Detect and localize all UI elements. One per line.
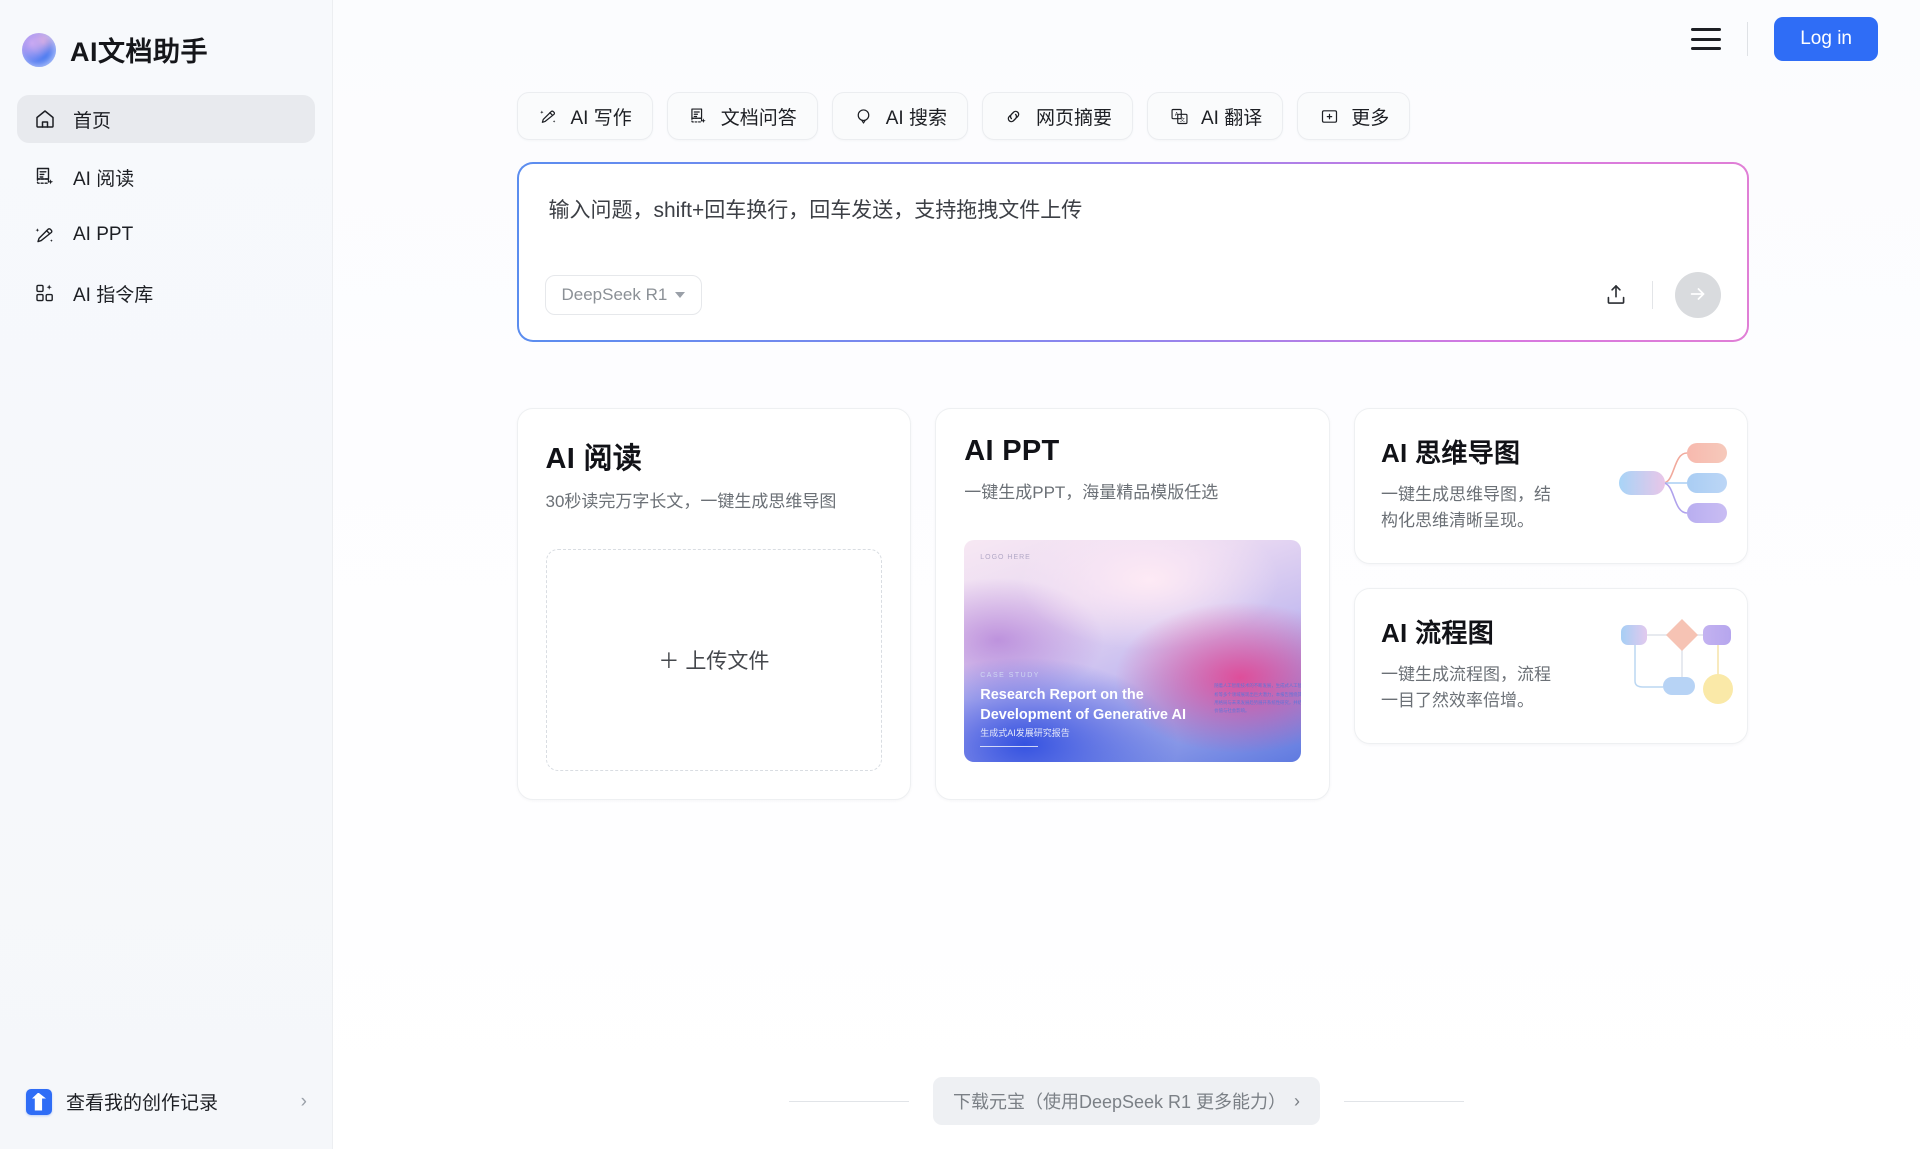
tool-chip-ai-search[interactable]: AI 搜索 (831, 92, 968, 140)
feature-cards: AI 阅读 30秒读完万字长文，一键生成思维导图 ＋ 上传文件 AI PPT 一… (516, 408, 1749, 801)
download-yuanbao-button[interactable]: 下载元宝（使用DeepSeek R1 更多能力） › (932, 1077, 1321, 1125)
card-ai-read[interactable]: AI 阅读 30秒读完万字长文，一键生成思维导图 ＋ 上传文件 (516, 408, 912, 801)
chevron-right-icon: › (300, 1090, 307, 1112)
sidebar-footer-link[interactable]: 查看我的创作记录 › (0, 1088, 333, 1149)
chevron-right-icon: › (1294, 1090, 1301, 1111)
tool-chip-label: AI 写作 (570, 107, 632, 129)
document-sparkle-icon (33, 165, 57, 189)
ppt-body-text: 随着人工智能技术的不断发展，生成式人工智能在内容创作、数据分析等多个领域展现出巨… (1214, 683, 1301, 714)
bottom-rule-right (1344, 1100, 1465, 1102)
search-bubble-icon (853, 105, 875, 127)
sidebar-item-home[interactable]: 首页 (17, 95, 315, 143)
sidebar: AI文档助手 首页 AI 阅读 AI PPT AI 指令库 查看我的创作记录 › (0, 0, 333, 1149)
translate-icon: A 文 (1168, 105, 1190, 127)
sidebar-item-ai-read[interactable]: AI 阅读 (17, 153, 315, 201)
tool-chip-web-summary[interactable]: 网页摘要 (981, 92, 1133, 140)
pencil-sparkle-icon (538, 105, 560, 127)
card-title: AI PPT (964, 435, 1060, 467)
sidebar-nav: 首页 AI 阅读 AI PPT AI 指令库 (0, 95, 332, 317)
sidebar-item-label: AI 指令库 (73, 284, 154, 306)
ppt-subheading: 生成式AI发展研究报告 (980, 728, 1070, 739)
upload-icon[interactable] (1602, 281, 1630, 309)
sidebar-item-label: AI PPT (73, 224, 134, 245)
upload-dropzone-label: 上传文件 (685, 650, 770, 674)
ppt-rule (980, 746, 1039, 748)
card-subtitle: 一键生成流程图，流程一目了然效率倍增。 (1380, 665, 1551, 711)
card-ai-mindmap[interactable]: AI 思维导图 一键生成思维导图，结构化思维清晰呈现。 (1353, 408, 1749, 564)
ppt-kicker: CASE STUDY (980, 672, 1040, 680)
tool-chip-document-qa[interactable]: 文档问答 (666, 92, 818, 140)
prompt-input[interactable]: 输入问题，shift+回车换行，回车发送，支持拖拽文件上传 (549, 194, 1717, 224)
card-title: AI 阅读 (545, 443, 643, 475)
tool-chip-label: AI 翻译 (1201, 107, 1263, 129)
tool-chip-label: 更多 (1351, 107, 1390, 129)
app-title: AI文档助手 (70, 37, 208, 67)
tool-chip-label: 文档问答 (720, 107, 797, 129)
app-logo-icon (22, 32, 56, 67)
download-yuanbao-label: 下载元宝（使用DeepSeek R1 更多能力） (952, 1092, 1287, 1112)
ppt-template-thumbnail[interactable]: LOGO HERE CASE STUDY Research Report on … (964, 540, 1301, 763)
upload-dropzone[interactable]: ＋ 上传文件 (545, 549, 883, 772)
prompt-footer-divider (1651, 281, 1653, 309)
svg-text:A: A (1174, 111, 1178, 117)
prompt-box-gradient-border: 输入问题，shift+回车换行，回车发送，支持拖拽文件上传 DeepSeek R… (516, 162, 1749, 342)
pencil-sparkle-icon (33, 223, 57, 247)
flowchart-art-icon (1613, 615, 1734, 720)
svg-text:文: 文 (1179, 115, 1185, 123)
home-icon (33, 107, 57, 131)
brand[interactable]: AI文档助手 (0, 0, 332, 69)
right-card-column: AI 思维导图 一键生成思维导图，结构化思维清晰呈现。 AI 流程图 一键生成流… (1353, 408, 1749, 800)
model-selector[interactable]: DeepSeek R1 (544, 275, 703, 315)
grid-sparkle-icon (33, 281, 57, 305)
card-subtitle: 一键生成思维导图，结构化思维清晰呈现。 (1380, 485, 1551, 531)
card-subtitle: 30秒读完万字长文，一键生成思维导图 (545, 492, 837, 511)
topbar: Log in (333, 0, 1920, 78)
main-content: Log in AI 写作 文档问答 AI 搜索 网页摘要 A 文 AI 翻译 更… (333, 0, 1920, 1149)
tool-chip-ai-translate[interactable]: A 文 AI 翻译 (1147, 92, 1284, 140)
sidebar-item-ai-ppt[interactable]: AI PPT (17, 211, 315, 259)
document-sparkle-icon (688, 105, 710, 127)
app-root: AI文档助手 首页 AI 阅读 AI PPT AI 指令库 查看我的创作记录 ›… (0, 0, 1920, 1149)
prompt-footer: DeepSeek R1 (544, 272, 1721, 318)
upload-badge-icon (26, 1088, 52, 1115)
model-selector-label: DeepSeek R1 (561, 285, 668, 304)
prompt-box[interactable]: 输入问题，shift+回车换行，回车发送，支持拖拽文件上传 DeepSeek R… (518, 164, 1747, 340)
more-box-icon (1318, 105, 1340, 127)
tool-chip-more[interactable]: 更多 (1297, 92, 1411, 140)
card-subtitle: 一键生成PPT，海量精品模版任选 (964, 483, 1219, 502)
link-icon (1003, 105, 1025, 127)
send-button[interactable] (1674, 272, 1721, 318)
tool-chip-label: AI 搜索 (885, 107, 947, 129)
bottom-bar: 下载元宝（使用DeepSeek R1 更多能力） › (333, 1077, 1920, 1125)
mindmap-art-icon (1617, 435, 1733, 540)
card-ai-flowchart[interactable]: AI 流程图 一键生成流程图，流程一目了然效率倍增。 (1353, 588, 1749, 744)
sidebar-item-label: 首页 (73, 110, 112, 132)
tool-chips: AI 写作 文档问答 AI 搜索 网页摘要 A 文 AI 翻译 更多 (516, 92, 1749, 140)
center-column: AI 写作 文档问答 AI 搜索 网页摘要 A 文 AI 翻译 更多 输入问题，… (505, 92, 1749, 801)
ppt-heading: Research Report on the Development of Ge… (980, 687, 1186, 723)
sidebar-footer-label: 查看我的创作记录 (66, 1093, 219, 1114)
hamburger-menu-icon[interactable] (1691, 28, 1722, 50)
card-ai-ppt[interactable]: AI PPT 一键生成PPT，海量精品模版任选 LOGO HERE CASE S… (935, 408, 1330, 801)
ppt-logo-placeholder: LOGO HERE (980, 554, 1031, 562)
tool-chip-ai-writing[interactable]: AI 写作 (516, 92, 653, 140)
chevron-down-icon (675, 292, 686, 298)
topbar-divider (1747, 22, 1749, 56)
tool-chip-label: 网页摘要 (1035, 107, 1112, 129)
arrow-right-icon (1687, 283, 1709, 308)
sidebar-item-ai-prompt-library[interactable]: AI 指令库 (17, 269, 315, 317)
plus-icon: ＋ (658, 650, 680, 674)
bottom-rule-left (788, 1100, 909, 1102)
login-button[interactable]: Log in (1774, 17, 1878, 61)
sidebar-item-label: AI 阅读 (73, 168, 135, 190)
